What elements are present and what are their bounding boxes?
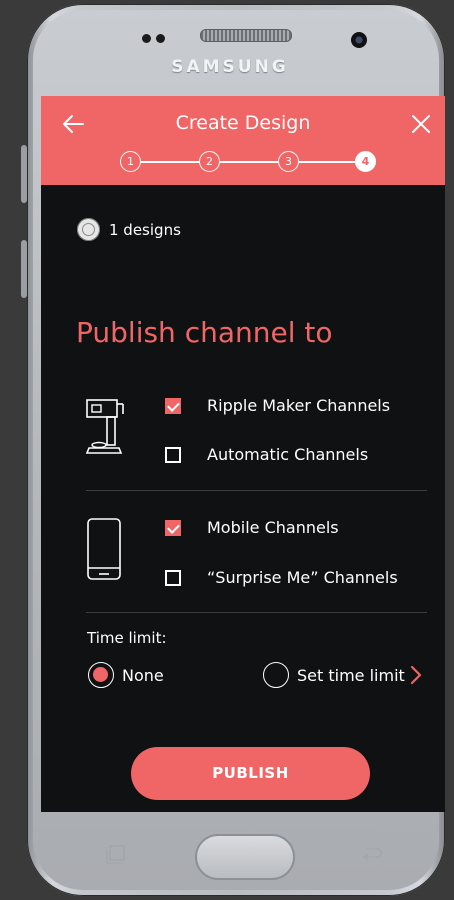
radio-none[interactable]: None (88, 662, 164, 688)
section-title: Publish channel to (76, 316, 333, 349)
step-4-current: 4 (355, 151, 376, 172)
designs-summary: 1 designs (77, 218, 181, 241)
step-connector (220, 161, 278, 163)
radio-button[interactable] (263, 662, 289, 688)
divider (86, 612, 427, 613)
step-connector (299, 161, 355, 163)
radio-button[interactable] (88, 662, 114, 688)
sensor-dots (142, 28, 170, 47)
mobile-channels-checkbox[interactable] (165, 519, 181, 536)
step-connector (141, 161, 199, 163)
home-button[interactable] (195, 834, 295, 880)
option-label: Automatic Channels (207, 445, 369, 464)
mobile-phone-icon (87, 518, 121, 580)
option-surprise-me-channels[interactable]: “Surprise Me” Channels (165, 568, 398, 587)
option-label: Ripple Maker Channels (207, 396, 391, 415)
step-2: 2 (199, 151, 220, 172)
option-ripple-maker-channels[interactable]: Ripple Maker Channels (165, 396, 390, 415)
radio-label: None (122, 665, 164, 685)
step-1: 1 (120, 151, 141, 172)
recents-icon[interactable] (103, 843, 129, 865)
radio-label: Set time limit (297, 665, 405, 685)
publish-button[interactable]: PUBLISH (131, 747, 370, 800)
surprise-me-checkbox[interactable] (165, 569, 181, 586)
step-progress: 1 2 3 4 (120, 151, 380, 175)
app-screen: Create Design 1 2 3 4 1 designs Publish … (41, 96, 445, 812)
option-label: Mobile Channels (207, 518, 339, 537)
page-title: Create Design (175, 112, 311, 134)
option-automatic-channels[interactable]: Automatic Channels (165, 445, 368, 464)
app-header: Create Design 1 2 3 4 (41, 96, 445, 185)
volume-button (21, 145, 27, 203)
ripple-maker-checkbox[interactable] (165, 397, 181, 414)
step-3: 3 (278, 151, 299, 172)
device-brand: SAMSUNG (171, 57, 289, 77)
time-limit-label: Time limit: (87, 629, 167, 647)
automatic-channels-checkbox[interactable] (165, 446, 181, 463)
designs-count-label: 1 designs (109, 220, 181, 239)
option-mobile-channels[interactable]: Mobile Channels (165, 518, 339, 537)
option-label: “Surprise Me” Channels (207, 568, 398, 587)
chevron-right-icon[interactable] (409, 665, 423, 685)
coffee-cup-icon (77, 218, 100, 241)
divider (86, 490, 427, 491)
ripple-maker-icon (85, 399, 124, 454)
volume-button-lower (21, 240, 27, 298)
close-icon[interactable] (407, 110, 435, 138)
radio-set-time-limit[interactable]: Set time limit (263, 662, 423, 688)
earpiece-speaker (200, 29, 292, 42)
front-camera (351, 32, 367, 48)
back-key-icon[interactable] (358, 843, 384, 865)
